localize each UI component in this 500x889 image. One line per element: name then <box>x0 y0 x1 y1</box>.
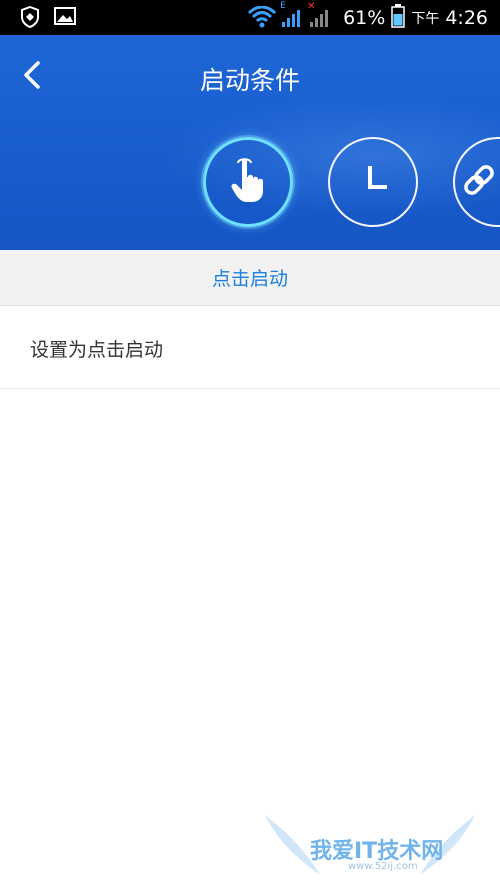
condition-time-button[interactable] <box>328 137 418 227</box>
condition-link-button[interactable] <box>453 137 500 227</box>
wifi-icon <box>247 5 277 32</box>
status-bar: E ✕ 61% 下午 4:26 <box>0 0 500 35</box>
time-period: 下午 <box>411 10 440 27</box>
list-item[interactable]: 设置为点击启动 <box>0 306 500 389</box>
link-icon <box>459 160 499 204</box>
tab-tap-start[interactable]: 点击启动 <box>212 264 288 291</box>
page-title: 启动条件 <box>199 66 300 95</box>
shield-icon <box>20 5 40 32</box>
watermark-url: www.52ij.com <box>348 861 418 872</box>
condition-tap-button[interactable] <box>203 137 293 227</box>
watermark: 我爱IT技术网 www.52ij.com <box>260 805 480 885</box>
list-item-label: 设置为点击启动 <box>30 339 164 361</box>
image-icon <box>54 6 76 32</box>
clock-icon <box>353 160 393 204</box>
condition-tab-bar: 点击启动 <box>0 250 500 306</box>
signal-no-service-icon <box>309 8 331 32</box>
header: 启动条件 <box>0 35 500 250</box>
battery-percent: 61% <box>343 6 386 29</box>
battery-icon <box>391 3 406 32</box>
signal-icon <box>281 8 301 32</box>
clock-time: 4:26 <box>445 6 488 29</box>
tap-hand-icon <box>228 155 268 209</box>
